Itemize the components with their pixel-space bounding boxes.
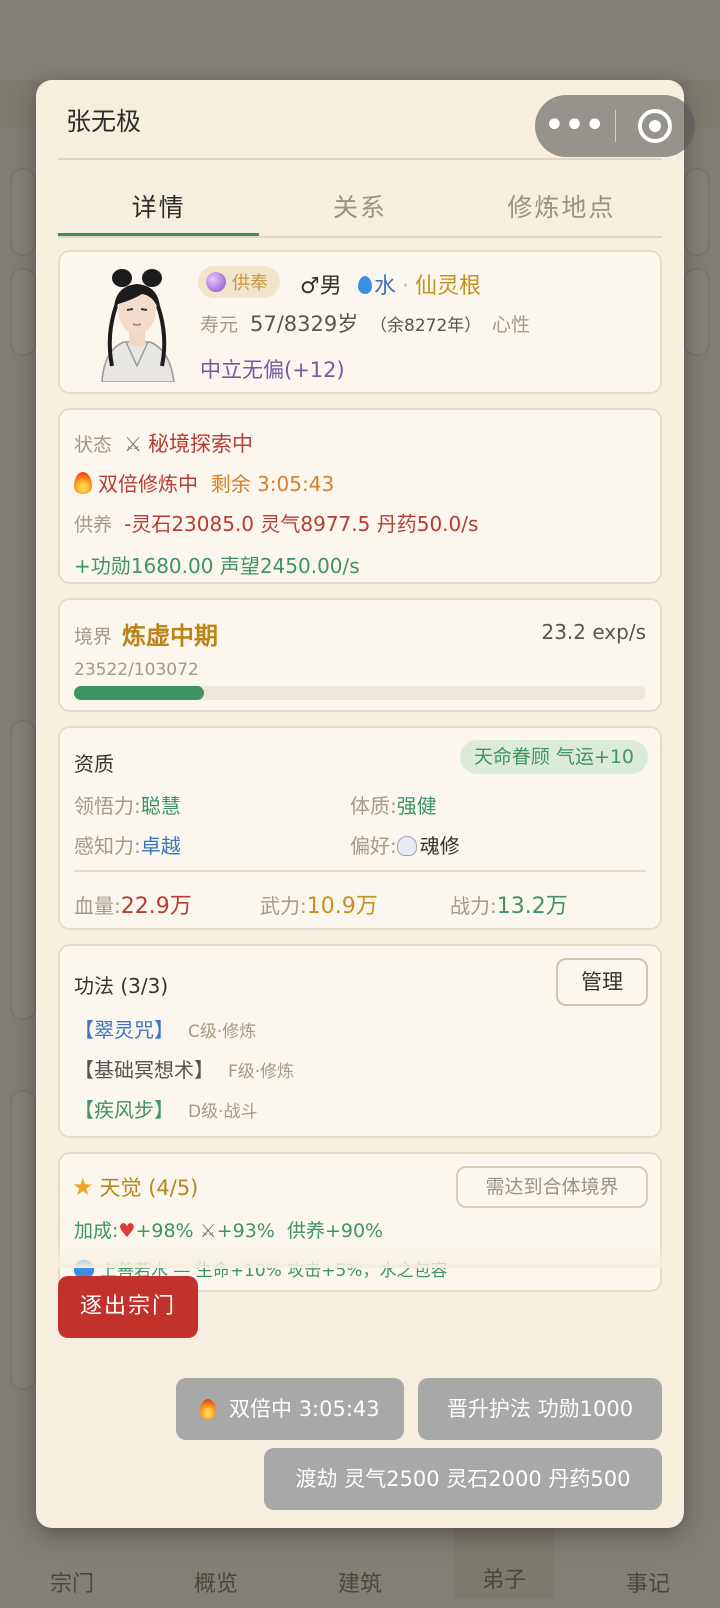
exp-text: 23522/103072 (74, 660, 199, 680)
exp-rate: 23.2 exp/s (541, 620, 646, 644)
disciple-detail-modal: 张无极 详情 关系 修炼地点 供奉 ♂男 水 · 仙灵根 寿元 57/8329岁 （… (36, 80, 684, 1528)
preference-value: 魂修 (419, 834, 460, 858)
physique-value: 强健 (396, 794, 437, 818)
close-miniprogram-button[interactable] (616, 109, 694, 143)
power-row: 战力:13.2万 (450, 894, 568, 919)
technique-meta: F级·修炼 (228, 1062, 295, 1082)
boost-remaining: 剩余 3:05:43 (210, 472, 335, 496)
attack-row: 武力:10.9万 (260, 894, 378, 919)
upkeep-cost: -灵石23085.0 灵气8977.5 丹药50.0/s (124, 512, 479, 536)
technique-item[interactable]: 【翠灵咒】 C级·修炼 (74, 1014, 256, 1043)
miniprogram-capsule: ••• (535, 95, 695, 157)
tab-details[interactable]: 详情 (58, 180, 260, 236)
modal-title: 张无极 (66, 107, 142, 136)
mind-value: 中立无偏(+12) (200, 358, 345, 382)
power-value: 13.2万 (496, 894, 568, 919)
manage-techniques-button[interactable]: 管理 (556, 958, 648, 1006)
realm-card: 境界 炼虚中期 23.2 exp/s 23522/103072 (58, 598, 662, 712)
tab-cultivation-location[interactable]: 修炼地点 (461, 180, 662, 236)
fire-icon (74, 472, 92, 494)
boost-line: 双倍修炼中 剩余 3:05:43 (74, 468, 334, 497)
talent-bonus-row: 加成:♥+98% ⚔+93% 供养+90% (74, 1220, 384, 1242)
tab-bar: 详情 关系 修炼地点 (58, 180, 662, 238)
talent-title: 天觉 (4/5) (99, 1176, 199, 1200)
technique-name: 【翠灵咒】 (74, 1018, 174, 1042)
perception-value: 卓越 (140, 834, 181, 858)
preference-row: 偏好: 魂修 (350, 834, 460, 858)
star-icon: ★ (72, 1173, 94, 1201)
technique-meta: D级·战斗 (188, 1102, 258, 1122)
fortune-badge: 天命眷顾 气运+10 (459, 740, 648, 774)
attack-value: 10.9万 (306, 894, 378, 919)
orb-icon (206, 272, 226, 292)
technique-name: 【疾风步】 (74, 1098, 174, 1122)
technique-name: 【基础冥想术】 (74, 1058, 214, 1082)
status-state: 秘境探索中 (148, 432, 254, 456)
ghost-icon (396, 836, 417, 856)
profile-card: 供奉 ♂男 水 · 仙灵根 寿元 57/8329岁 （余8272年） 心性 中立无偏… (58, 250, 662, 394)
techniques-card: 功法 (3/3) 管理 【翠灵咒】 C级·修炼【基础冥想术】 F级·修炼【疾风步】 D… (58, 944, 662, 1138)
aptitude-title: 资质 (74, 752, 114, 776)
element-root: 水 · 仙灵根 (358, 268, 481, 300)
tab-relations[interactable]: 关系 (259, 180, 460, 236)
avatar (101, 269, 175, 382)
technique-item[interactable]: 【疾风步】 D级·战斗 (74, 1094, 258, 1123)
upkeep-gain: +功勋1680.00 声望2450.00/s (74, 554, 360, 578)
realm-name: 炼虚中期 (122, 622, 218, 650)
target-icon (638, 109, 672, 143)
lifespan-label: 寿元 (200, 314, 239, 336)
lifespan-value: 57/8329岁 (250, 312, 359, 336)
boost-title: 双倍修炼中 (98, 472, 198, 496)
technique-meta: C级·修炼 (188, 1022, 257, 1042)
swords-icon: ⚔ (124, 432, 143, 456)
title-divider (58, 158, 662, 160)
scroll-fade (36, 1246, 684, 1268)
swords-icon: ⚔ (199, 1220, 217, 1242)
double-cultivation-button[interactable]: 双倍中 3:05:43 (176, 1378, 404, 1440)
talent-requirement-button[interactable]: 需达到合体境界 (456, 1166, 648, 1208)
comprehension-row: 领悟力:聪慧 (74, 794, 181, 818)
physique-row: 体质:强健 (350, 794, 437, 818)
lifespan-remaining: （余8272年） (370, 316, 482, 336)
comprehension-value: 聪慧 (140, 794, 181, 818)
aptitude-card: 资质 天命眷顾 气运+10 领悟力:聪慧 体质:强健 感知力:卓越 偏好: 魂修 … (58, 726, 662, 930)
rank-badge: 供奉 (198, 266, 280, 298)
expel-button[interactable]: 逐出宗门 (58, 1276, 198, 1338)
exp-progress-fill (74, 686, 205, 700)
upkeep-line: 供养 -灵石23085.0 灵气8977.5 丹药50.0/s (74, 512, 479, 536)
element-label: 水 (374, 274, 397, 299)
talent-title-row: ★ 天觉 (4/5) (72, 1172, 198, 1202)
techniques-title: 功法 (3/3) (74, 974, 169, 998)
hp-value: 22.9万 (120, 894, 192, 919)
fire-icon (200, 1399, 217, 1419)
mind-label: 心性 (492, 314, 531, 336)
gender-label: ♂男 (300, 274, 342, 299)
more-icon[interactable]: ••• (535, 111, 615, 141)
status-line: 状态 ⚔ 秘境探索中 (74, 432, 254, 456)
spirit-root-label: 仙灵根 (415, 274, 482, 299)
status-card: 状态 ⚔ 秘境探索中 双倍修炼中 剩余 3:05:43 供养 -灵石23085.0… (58, 408, 662, 584)
water-drop-icon (358, 276, 372, 294)
exp-progress-bar (74, 686, 646, 700)
perception-row: 感知力:卓越 (74, 834, 181, 858)
talent-card: ★ 天觉 (4/5) 需达到合体境界 加成:♥+98% ⚔+93% 供养+90% … (58, 1152, 662, 1292)
hp-row: 血量:22.9万 (74, 894, 192, 919)
aptitude-divider (74, 870, 646, 872)
realm-label: 境界 (74, 626, 113, 648)
technique-item[interactable]: 【基础冥想术】 F级·修炼 (74, 1054, 294, 1083)
promote-button[interactable]: 晋升护法 功勋1000 (418, 1378, 662, 1440)
heart-icon: ♥ (118, 1220, 136, 1242)
tribulation-button[interactable]: 渡劫 灵气2500 灵石2000 丹药500 (264, 1448, 662, 1510)
